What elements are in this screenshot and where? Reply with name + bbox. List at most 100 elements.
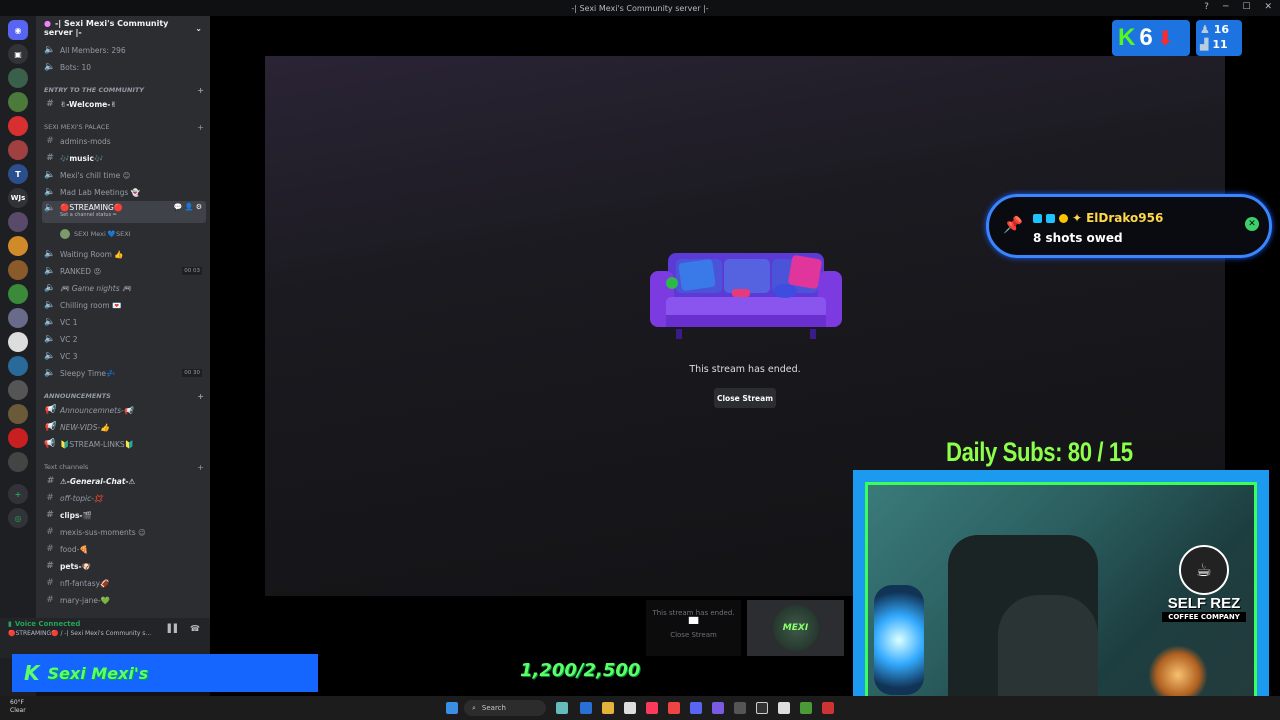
server-icon[interactable]: [8, 404, 28, 424]
voice-status[interactable]: ▮ Voice Connected: [8, 620, 80, 628]
discord-icon[interactable]: [690, 702, 702, 714]
server-icon[interactable]: [8, 116, 28, 136]
server-list: ◉ ▣ T WJs + ◎: [0, 16, 36, 696]
category-text[interactable]: Text channels +: [44, 463, 204, 472]
widget-icon[interactable]: [556, 702, 568, 714]
channel-welcome[interactable]: # ✌-Welcome-✌: [42, 96, 206, 112]
webcam-frame: ☕ SELF REZ COFFEE COMPANY: [853, 470, 1269, 716]
server-badge-icon: ●: [44, 19, 51, 28]
server-icon[interactable]: [8, 452, 28, 472]
monitor-icon: ▀: [688, 617, 699, 631]
search-box[interactable]: ⌕ Search: [464, 700, 546, 716]
channel-newvids[interactable]: 📢 NEW-VIDS-👍: [42, 419, 206, 435]
server-icon[interactable]: [8, 212, 28, 232]
server-header[interactable]: ● -| Sexi Mexi's Community server |- ⌄: [36, 16, 210, 40]
app-icon[interactable]: [734, 702, 746, 714]
channel-ranked[interactable]: 🔈 RANKED 😡 00 03: [42, 263, 206, 279]
server-icon[interactable]: [8, 68, 28, 88]
server-icon[interactable]: [8, 356, 28, 376]
plus-icon[interactable]: +: [197, 123, 204, 132]
channel-sleepy[interactable]: 🔈 Sleepy Time💤 00 30: [42, 365, 206, 381]
app-icon[interactable]: [800, 702, 812, 714]
channel-vc3[interactable]: 🔈 VC 3: [42, 348, 206, 364]
hash-icon: #: [46, 561, 54, 571]
inbox-icon[interactable]: ▣: [8, 44, 28, 64]
self-rez-logo: ☕ SELF REZ COFFEE COMPANY: [1162, 545, 1246, 622]
channel-pets[interactable]: # pets-🐶: [42, 558, 206, 574]
category-palace[interactable]: SEXI MEXI's PALACE +: [44, 123, 204, 132]
file-explorer-icon[interactable]: [602, 702, 614, 714]
channel-chilling[interactable]: 🔈 Chilling room 💌: [42, 297, 206, 313]
close-icon[interactable]: ✕: [1245, 217, 1259, 231]
close-window-icon[interactable]: ✕: [1264, 2, 1272, 12]
channel-nfl[interactable]: # nfl-fantasy🏈: [42, 575, 206, 591]
obs-icon[interactable]: [756, 702, 768, 714]
channel-clips[interactable]: # clips-🎬: [42, 507, 206, 523]
channel-admins[interactable]: # admins-mods: [42, 133, 206, 149]
server-icon[interactable]: [8, 140, 28, 160]
channel-streaming[interactable]: 🔈 🔴STREAMING🔴 Set a channel status ✏ 💬 👤…: [42, 201, 206, 223]
speaker-icon: 🔈: [44, 249, 56, 259]
voice-channel[interactable]: 🔴STREAMING🔴 / -| Sexi Mexi's Community s…: [8, 630, 168, 637]
kick-counter: K 6 ⬇: [1112, 20, 1190, 56]
channel-mary[interactable]: # mary-jane-💚: [42, 592, 206, 608]
server-icon[interactable]: [8, 92, 28, 112]
channel-madlab[interactable]: 🔈 Mad Lab Meetings 👻: [42, 184, 206, 200]
channel-offtopic[interactable]: # off-topic-💢: [42, 490, 206, 506]
channel-gamenights[interactable]: 🔈 🎮 Game nights 🎮: [42, 280, 206, 296]
plus-icon[interactable]: +: [197, 463, 204, 472]
server-icon[interactable]: [8, 308, 28, 328]
megaphone-icon: 📢: [44, 439, 56, 449]
minimize-icon[interactable]: ─: [1223, 2, 1228, 12]
app-icon[interactable]: [712, 702, 724, 714]
chrome-icon[interactable]: [668, 702, 680, 714]
kick-count: 6: [1139, 24, 1153, 51]
channel-waiting[interactable]: 🔈 Waiting Room 👍: [42, 246, 206, 262]
channel-food[interactable]: # food-🍕: [42, 541, 206, 557]
plus-icon[interactable]: +: [197, 392, 204, 401]
disconnect-icon[interactable]: ☎: [190, 624, 200, 633]
weather-widget[interactable]: 60°F Clear: [10, 699, 26, 715]
channel-general[interactable]: # ⚠-General-Chat-⚠: [42, 473, 206, 489]
channel-music[interactable]: # 🎶music🎶: [42, 150, 206, 166]
category-entry[interactable]: ENTRY TO THE COMMUNITY +: [44, 86, 204, 95]
server-icon[interactable]: [8, 236, 28, 256]
server-icon[interactable]: WJs: [8, 188, 28, 208]
server-icon[interactable]: [8, 428, 28, 448]
user-tile[interactable]: MEXI: [747, 600, 844, 656]
channel-status[interactable]: Set a channel status ✏: [60, 212, 123, 218]
viewer-count-a: 16: [1213, 23, 1230, 36]
store-icon[interactable]: [624, 702, 636, 714]
channel-vc1[interactable]: 🔈 VC 1: [42, 314, 206, 330]
channel-vc2[interactable]: 🔈 VC 2: [42, 331, 206, 347]
start-icon[interactable]: [446, 702, 458, 714]
channel-sus[interactable]: # mexis-sus-moments 😉: [42, 524, 206, 540]
maximize-icon[interactable]: ☐: [1242, 2, 1250, 12]
sub-notification: 📌 ✦ ElDrako956 8 shots owed ✕: [986, 194, 1272, 258]
discover-icon[interactable]: ◎: [8, 508, 28, 528]
notif-text: 8 shots owed: [1033, 231, 1123, 245]
category-announcements[interactable]: ANNOUNCEMENTS +: [44, 392, 204, 401]
discord-home-icon[interactable]: ◉: [8, 20, 28, 40]
server-icon[interactable]: [8, 332, 28, 352]
voice-user[interactable]: SEXI Mexi 💙SEXI: [58, 226, 206, 242]
stream-tile[interactable]: This stream has ended. ▀ Close Stream: [646, 600, 741, 656]
server-icon[interactable]: [8, 380, 28, 400]
app-icon[interactable]: [822, 702, 834, 714]
channel-announcements[interactable]: 📢 Announcemnets-📢: [42, 402, 206, 418]
channel-chill[interactable]: 🔈 Mexi's chill time 😊: [42, 167, 206, 183]
app-icon[interactable]: [778, 702, 790, 714]
copilot-icon[interactable]: [580, 702, 592, 714]
server-icon[interactable]: [8, 284, 28, 304]
music-app-icon[interactable]: [646, 702, 658, 714]
hash-icon: #: [46, 527, 54, 537]
close-stream-button[interactable]: Close Stream: [714, 388, 776, 408]
channel-streamlinks[interactable]: 📢 🔰STREAM-LINKS🔰: [42, 436, 206, 452]
add-server-icon[interactable]: +: [8, 484, 28, 504]
soundwave-icon[interactable]: ▌▌: [168, 624, 180, 633]
server-icon[interactable]: [8, 260, 28, 280]
plus-icon[interactable]: +: [197, 86, 204, 95]
channel-actions[interactable]: 💬 👤 ⚙: [174, 203, 202, 211]
server-icon[interactable]: T: [8, 164, 28, 184]
help-icon[interactable]: ?: [1204, 2, 1209, 12]
